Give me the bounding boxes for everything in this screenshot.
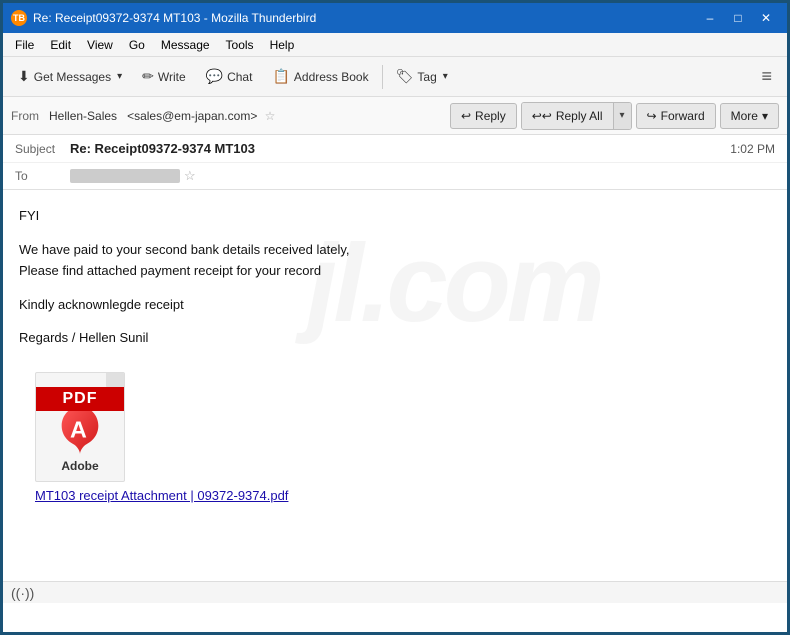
action-bar: From Hellen-Sales <sales@em-japan.com> ☆… <box>3 97 787 135</box>
window-controls: – □ ✕ <box>697 8 779 28</box>
attachment-link[interactable]: MT103 receipt Attachment | 09372-9374.pd… <box>35 488 755 503</box>
to-star-icon[interactable]: ☆ <box>184 168 196 184</box>
reply-all-chevron-icon: ▾ <box>620 110 625 121</box>
email-body: jl.com FYI We have paid to your second b… <box>3 190 787 581</box>
tag-button[interactable]: 🏷 Tag ▾ <box>387 62 457 92</box>
chat-button[interactable]: 💬 Chat <box>197 62 262 92</box>
forward-button[interactable]: ↪ Forward <box>636 103 716 129</box>
star-icon[interactable]: ☆ <box>265 109 276 123</box>
body-paragraph1: We have paid to your second bank details… <box>19 240 771 260</box>
menu-message[interactable]: Message <box>153 36 218 54</box>
from-label: From <box>11 109 39 123</box>
wifi-icon: ((·)) <box>11 585 34 601</box>
tag-dropdown-icon: ▾ <box>443 71 448 82</box>
more-button[interactable]: More ▾ <box>720 103 779 129</box>
menu-go[interactable]: Go <box>121 36 153 54</box>
chat-label: Chat <box>227 70 252 84</box>
app-icon: TB <box>11 10 27 26</box>
address-book-label: Address Book <box>294 70 369 84</box>
pdf-attachment-icon[interactable]: PDF A <box>35 372 125 482</box>
tag-icon: 🏷 <box>396 68 414 85</box>
get-messages-label: Get Messages <box>34 70 111 84</box>
body-paragraph2: Please find attached payment receipt for… <box>19 261 771 281</box>
toolbar: ⬇ Get Messages ▾ ✏ Write 💬 Chat 📋 Addres… <box>3 57 787 97</box>
minimize-button[interactable]: – <box>697 8 723 28</box>
get-messages-icon: ⬇ <box>18 68 30 85</box>
from-email: <sales@em-japan.com> <box>127 109 257 123</box>
recipient-redacted <box>70 169 180 183</box>
hamburger-icon: ≡ <box>761 66 772 87</box>
menu-edit[interactable]: Edit <box>42 36 79 54</box>
from-name: Hellen-Sales <box>49 109 117 123</box>
body-regards: Regards / Hellen Sunil <box>19 328 771 348</box>
pdf-label: PDF <box>36 387 124 411</box>
menu-view[interactable]: View <box>79 36 121 54</box>
body-greeting: FYI <box>19 206 771 226</box>
to-label: To <box>15 169 70 183</box>
menu-file[interactable]: File <box>7 36 42 54</box>
subject-row: Subject Re: Receipt09372-9374 MT103 1:02… <box>3 135 787 163</box>
reply-all-button[interactable]: ↩↩ Reply All <box>522 103 613 129</box>
forward-label: Forward <box>661 109 705 123</box>
body-paragraph3: Kindly acknownlegde receipt <box>19 295 771 315</box>
email-header: Subject Re: Receipt09372-9374 MT103 1:02… <box>3 135 787 190</box>
reply-button[interactable]: ↩ Reply <box>450 103 517 129</box>
subject-label: Subject <box>15 142 70 156</box>
close-button[interactable]: ✕ <box>753 8 779 28</box>
address-book-icon: 📋 <box>272 68 289 85</box>
tag-label: Tag <box>417 70 436 84</box>
forward-icon: ↪ <box>647 109 657 123</box>
write-label: Write <box>158 70 186 84</box>
reply-all-label: Reply All <box>556 109 603 123</box>
toolbar-separator <box>382 65 383 89</box>
get-messages-dropdown-icon: ▾ <box>117 71 122 82</box>
reply-all-icon: ↩↩ <box>532 109 552 123</box>
email-time: 1:02 PM <box>730 142 775 156</box>
window-title: Re: Receipt09372-9374 MT103 - Mozilla Th… <box>33 11 316 25</box>
adobe-label: Adobe <box>61 459 98 473</box>
menu-help[interactable]: Help <box>262 36 303 54</box>
toolbar-menu-button[interactable]: ≡ <box>752 62 781 92</box>
status-bar: ((·)) <box>3 581 787 603</box>
more-label: More <box>731 109 758 123</box>
maximize-button[interactable]: □ <box>725 8 751 28</box>
menu-bar: File Edit View Go Message Tools Help <box>3 33 787 57</box>
reply-all-split-button[interactable]: ↩↩ Reply All ▾ <box>521 102 632 130</box>
write-button[interactable]: ✏ Write <box>133 62 195 92</box>
address-book-button[interactable]: 📋 Address Book <box>263 62 377 92</box>
from-info: From Hellen-Sales <sales@em-japan.com> ☆ <box>11 109 446 123</box>
write-icon: ✏ <box>142 68 154 85</box>
to-row: To ☆ <box>3 163 787 189</box>
pdf-document: PDF A <box>35 372 125 482</box>
attachment-area: PDF A <box>19 362 771 511</box>
menu-tools[interactable]: Tools <box>218 36 262 54</box>
reply-label: Reply <box>475 109 506 123</box>
subject-value: Re: Receipt09372-9374 MT103 <box>70 141 730 156</box>
reply-all-dropdown-button[interactable]: ▾ <box>613 103 631 129</box>
reply-arrow-icon: ↩ <box>461 109 471 123</box>
more-chevron-icon: ▾ <box>762 109 768 123</box>
title-bar: TB Re: Receipt09372-9374 MT103 - Mozilla… <box>3 3 787 33</box>
chat-icon: 💬 <box>206 68 223 85</box>
svg-text:A: A <box>70 416 87 442</box>
get-messages-button[interactable]: ⬇ Get Messages ▾ <box>9 62 131 92</box>
